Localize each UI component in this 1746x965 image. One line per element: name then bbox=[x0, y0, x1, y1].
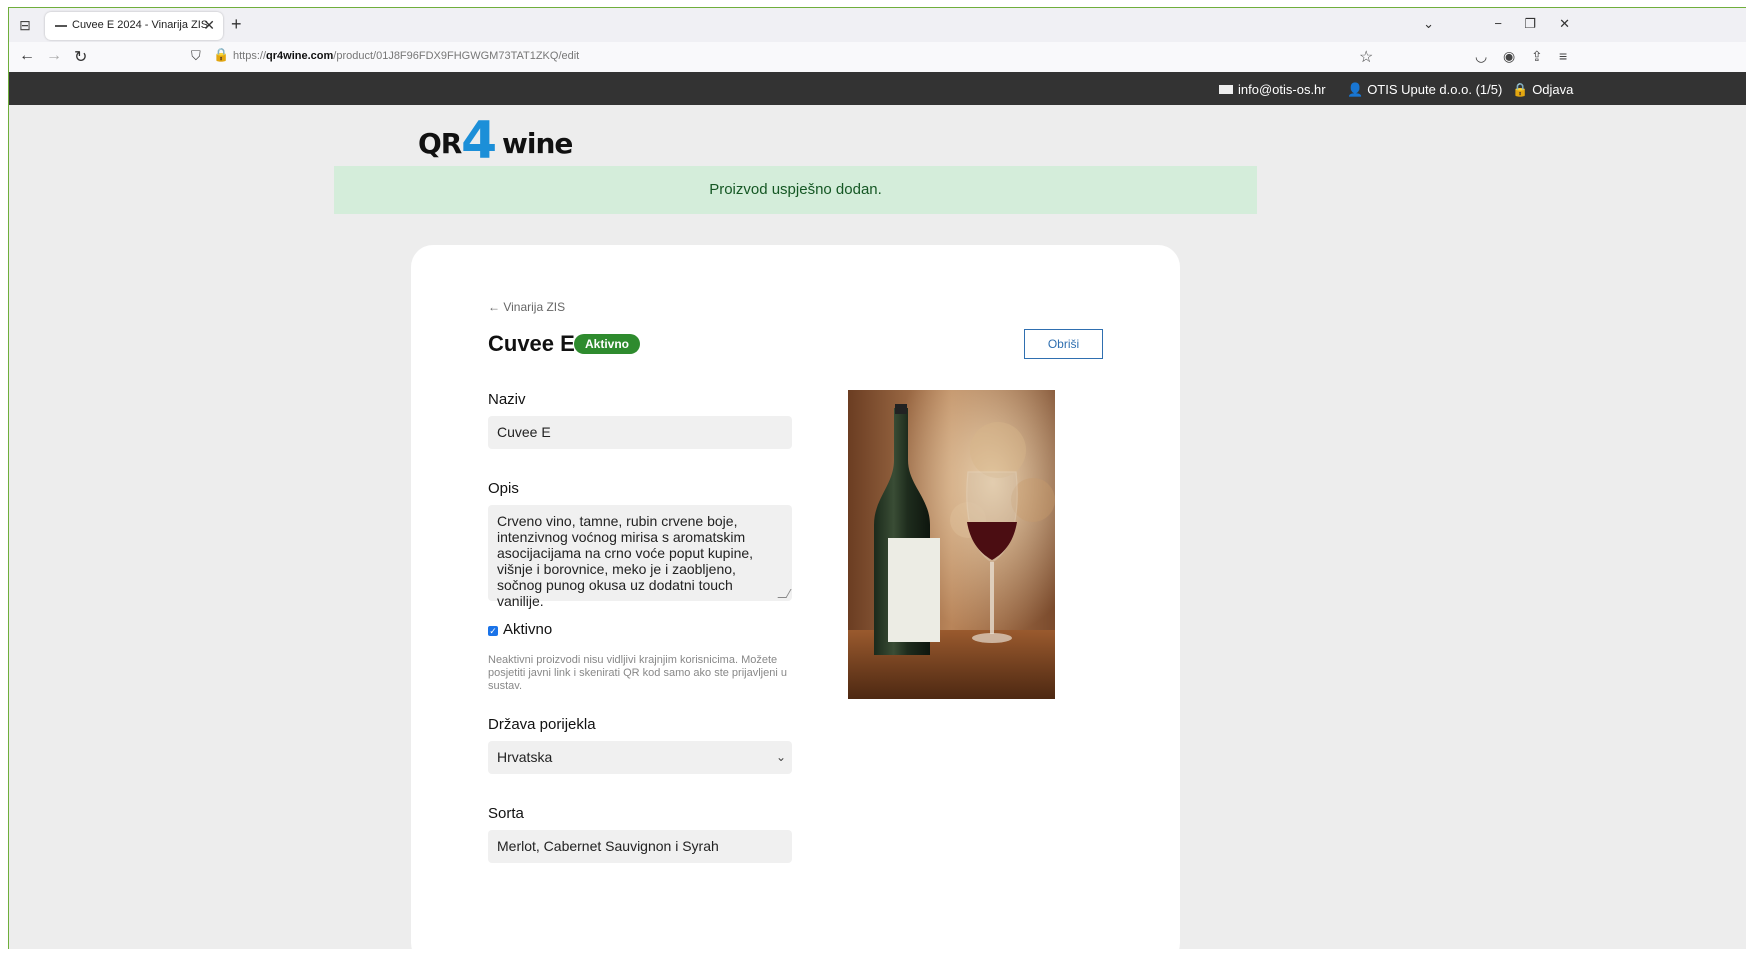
success-alert: Proizvod uspješno dodan. bbox=[334, 166, 1257, 214]
close-window-icon[interactable]: ✕ bbox=[1559, 16, 1570, 32]
active-checkbox-label[interactable]: Aktivno bbox=[503, 621, 552, 638]
mail-icon bbox=[1219, 85, 1233, 94]
logo-four: 4 bbox=[461, 111, 498, 171]
account-icon[interactable]: ◉ bbox=[1503, 48, 1515, 65]
company-text: OTIS Upute d.o.o. (1/5) bbox=[1367, 82, 1503, 97]
browser-window: ⊟ Cuvee E 2024 - Vinarija ZIS ✕ + ⌄ − ❐ … bbox=[0, 0, 1746, 965]
bookmark-star-icon[interactable]: ☆ bbox=[1359, 47, 1373, 67]
active-help-text: Neaktivni proizvodi nisu vidljivi krajnj… bbox=[488, 654, 787, 692]
tab-favicon-icon bbox=[55, 25, 67, 27]
chevron-down-icon[interactable]: ⌄ bbox=[1423, 16, 1434, 32]
shield-icon[interactable]: ⛉ bbox=[191, 48, 201, 64]
logout-text: Odjava bbox=[1532, 82, 1574, 97]
status-badge: Aktivno bbox=[574, 334, 641, 354]
minimize-icon[interactable]: − bbox=[1494, 16, 1502, 31]
tab-list-icon[interactable]: ⊟ bbox=[17, 17, 33, 33]
product-card: ← Vinarija ZIS Cuvee E Aktivno Obriši Na… bbox=[411, 245, 1180, 965]
site-top-bar: info@otis-os.hr 👤 OTIS Upute d.o.o. (1/5)… bbox=[9, 72, 1746, 105]
logo-wine: wine bbox=[502, 127, 573, 160]
delete-button[interactable]: Obriši bbox=[1024, 329, 1103, 359]
logo-qr: QR bbox=[418, 127, 462, 160]
restore-icon[interactable]: ❐ bbox=[1524, 16, 1536, 32]
name-field[interactable]: Cuvee E bbox=[488, 416, 792, 449]
forward-arrow-icon[interactable]: → bbox=[46, 47, 62, 65]
menu-icon[interactable]: ≡ bbox=[1559, 48, 1567, 64]
url-text[interactable]: https://qr4wine.com/product/01J8F96FDX9F… bbox=[233, 50, 579, 62]
country-label: Država porijekla bbox=[488, 716, 596, 733]
close-icon[interactable]: ✕ bbox=[203, 17, 215, 34]
page-title: Cuvee E bbox=[488, 331, 575, 356]
extensions-icon[interactable]: ⇪ bbox=[1531, 48, 1543, 65]
description-text: Crveno vino, tamne, rubin crvene boje, i… bbox=[497, 513, 754, 609]
email-link[interactable]: info@otis-os.hr bbox=[1219, 82, 1326, 97]
name-label: Naziv bbox=[488, 391, 526, 408]
product-image bbox=[848, 390, 1055, 699]
country-select[interactable]: Hrvatska ⌄ bbox=[488, 741, 792, 774]
back-link[interactable]: ← Vinarija ZIS bbox=[488, 300, 565, 314]
logout-link[interactable]: 🔒 Odjava bbox=[1512, 82, 1573, 98]
reload-icon[interactable]: ↻ bbox=[74, 47, 87, 67]
tab-strip: ⊟ Cuvee E 2024 - Vinarija ZIS ✕ + ⌄ − ❐ … bbox=[9, 8, 1746, 42]
chevron-down-icon: ⌄ bbox=[775, 750, 786, 764]
variety-label: Sorta bbox=[488, 805, 524, 822]
lock-icon: 🔒 bbox=[1512, 82, 1529, 97]
nav-bar: ← → ↻ ⛉ 🔒 https://qr4wine.com/product/01… bbox=[9, 42, 1746, 72]
browser-tab[interactable]: Cuvee E 2024 - Vinarija ZIS ✕ bbox=[45, 12, 223, 40]
email-text: info@otis-os.hr bbox=[1238, 82, 1326, 97]
url-bar[interactable]: ⛉ 🔒 https://qr4wine.com/product/01J8F96F… bbox=[185, 45, 1375, 69]
variety-field[interactable]: Merlot, Cabernet Sauvignon i Syrah bbox=[488, 830, 792, 863]
tab-title: Cuvee E 2024 - Vinarija ZIS bbox=[72, 19, 209, 31]
back-arrow-icon[interactable]: ← bbox=[19, 47, 35, 65]
page-content: QR 4 wine Proizvod uspješno dodan. ← Vin… bbox=[9, 105, 1746, 965]
country-value: Hrvatska bbox=[497, 749, 553, 765]
active-checkbox[interactable]: ✓ bbox=[488, 626, 498, 636]
pocket-icon[interactable]: ◡ bbox=[1475, 48, 1487, 65]
lock-icon[interactable]: 🔒 bbox=[213, 47, 229, 63]
user-icon: 👤 bbox=[1347, 82, 1364, 97]
resize-handle[interactable] bbox=[777, 589, 792, 598]
new-tab-icon[interactable]: + bbox=[231, 14, 242, 35]
description-label: Opis bbox=[488, 480, 519, 497]
company-link[interactable]: 👤 OTIS Upute d.o.o. (1/5) bbox=[1347, 82, 1502, 98]
description-textarea[interactable]: Crveno vino, tamne, rubin crvene boje, i… bbox=[488, 505, 792, 609]
